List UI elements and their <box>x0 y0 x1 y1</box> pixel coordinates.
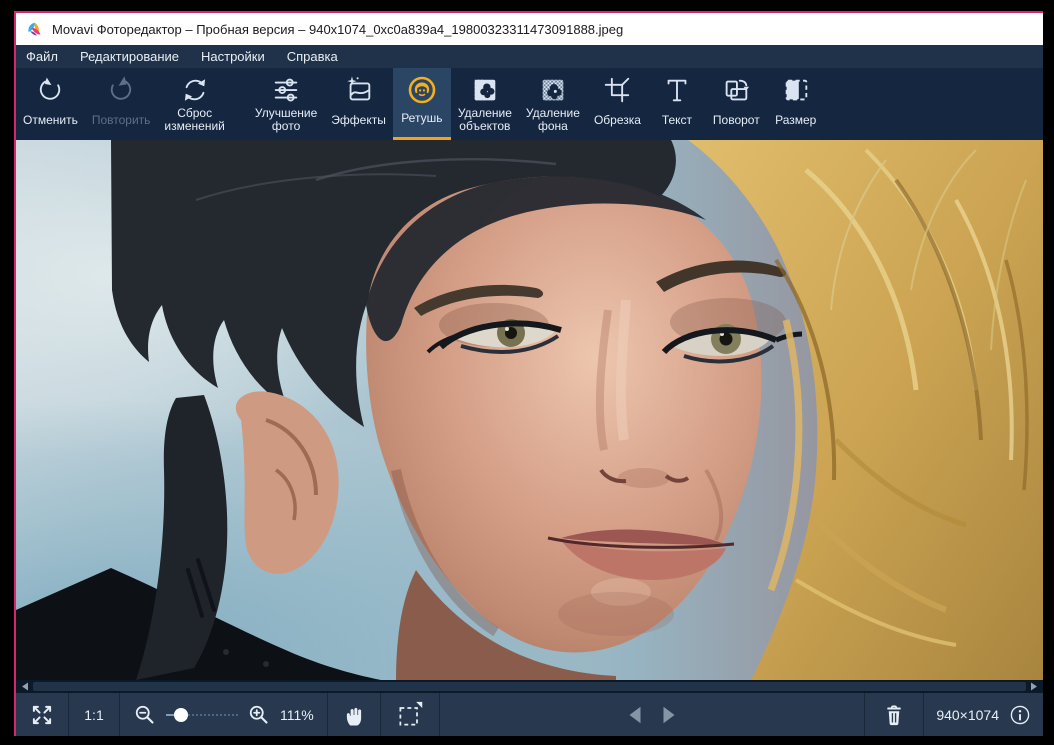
text-label: Текст <box>662 106 692 140</box>
resize-label: Размер <box>775 106 816 140</box>
resize-icon <box>781 74 811 106</box>
retouch-icon <box>406 74 438 106</box>
text-button[interactable]: Текст <box>648 68 706 140</box>
trash-icon <box>882 702 906 728</box>
menu-bar: Файл Редактирование Настройки Справка <box>16 45 1043 68</box>
rotate-icon <box>721 74 751 106</box>
photo-canvas[interactable] <box>16 140 1043 680</box>
hand-tool-button[interactable] <box>328 693 381 736</box>
remove-background-button[interactable]: Удаление фона <box>519 68 587 140</box>
remove-objects-icon <box>470 74 500 106</box>
hand-icon <box>342 702 366 728</box>
effects-icon <box>344 74 374 106</box>
resize-button[interactable]: Размер <box>767 68 825 140</box>
previous-image-icon[interactable] <box>624 703 646 727</box>
zoom-slider[interactable] <box>166 708 238 722</box>
scroll-left-icon[interactable] <box>18 680 32 693</box>
navigation-section <box>440 693 866 736</box>
marquee-select-button[interactable] <box>381 693 440 736</box>
scroll-right-icon[interactable] <box>1027 680 1041 693</box>
menu-file[interactable]: Файл <box>16 45 69 68</box>
zoom-in-icon[interactable] <box>247 703 271 727</box>
enhance-photo-button[interactable]: Улучшение фото <box>248 68 324 140</box>
undo-button[interactable]: Отменить <box>16 68 85 140</box>
effects-button[interactable]: Эффекты <box>324 68 393 140</box>
zoom-controls: 111% <box>120 693 328 736</box>
crop-button[interactable]: Обрезка <box>587 68 648 140</box>
zoom-out-icon[interactable] <box>133 703 157 727</box>
retouch-button[interactable]: Ретушь <box>393 68 451 140</box>
undo-label: Отменить <box>23 106 78 140</box>
rotate-label: Поворот <box>713 106 760 140</box>
remove-objects-label: Удаление объектов <box>458 106 512 140</box>
app-window: Movavi Фоторедактор – Пробная версия – 9… <box>14 11 1043 736</box>
title-bar: Movavi Фоторедактор – Пробная версия – 9… <box>16 13 1043 45</box>
undo-icon <box>35 74 65 106</box>
crop-icon <box>602 74 632 106</box>
next-image-icon[interactable] <box>658 703 680 727</box>
redo-label: Повторить <box>92 106 151 140</box>
scrollbar-thumb[interactable] <box>33 682 1026 691</box>
reset-changes-icon <box>180 74 210 106</box>
menu-settings[interactable]: Настройки <box>190 45 276 68</box>
reset-changes-button[interactable]: Сброс изменений <box>157 68 231 140</box>
status-bar: 1:1 111% <box>16 693 1043 736</box>
fit-screen-icon <box>29 702 55 728</box>
image-dimensions: 940×1074 <box>936 707 999 723</box>
remove-objects-button[interactable]: Удаление объектов <box>451 68 519 140</box>
actual-size-button[interactable]: 1:1 <box>69 693 120 736</box>
horizontal-scrollbar[interactable] <box>16 680 1043 693</box>
menu-help[interactable]: Справка <box>276 45 349 68</box>
redo-icon <box>106 74 136 106</box>
actual-size-label: 1:1 <box>84 707 103 723</box>
zoom-slider-knob[interactable] <box>174 708 188 722</box>
window-title: Movavi Фоторедактор – Пробная версия – 9… <box>52 22 623 37</box>
toolbar-group-spacer <box>232 68 248 140</box>
fit-to-screen-button[interactable] <box>16 693 69 736</box>
redo-button[interactable]: Повторить <box>85 68 158 140</box>
photo-portrait <box>16 140 1043 680</box>
remove-background-icon <box>538 74 568 106</box>
retouch-label: Ретушь <box>401 106 442 137</box>
toolbar: Отменить Повторить Сброс изменений <box>16 68 1043 140</box>
effects-label: Эффекты <box>331 106 386 140</box>
text-icon <box>662 74 692 106</box>
rotate-button[interactable]: Поворот <box>706 68 767 140</box>
info-icon[interactable] <box>1009 704 1031 726</box>
enhance-photo-icon <box>271 74 301 106</box>
reset-changes-label: Сброс изменений <box>164 106 224 140</box>
enhance-photo-label: Улучшение фото <box>255 106 317 140</box>
menu-edit[interactable]: Редактирование <box>69 45 190 68</box>
crop-label: Обрезка <box>594 106 641 140</box>
movavi-logo-icon <box>26 21 43 38</box>
zoom-percent-value: 111% <box>280 707 314 723</box>
marquee-icon <box>396 701 424 729</box>
image-info-section: 940×1074 <box>924 693 1043 736</box>
remove-background-label: Удаление фона <box>526 106 580 140</box>
delete-image-button[interactable] <box>865 693 924 736</box>
